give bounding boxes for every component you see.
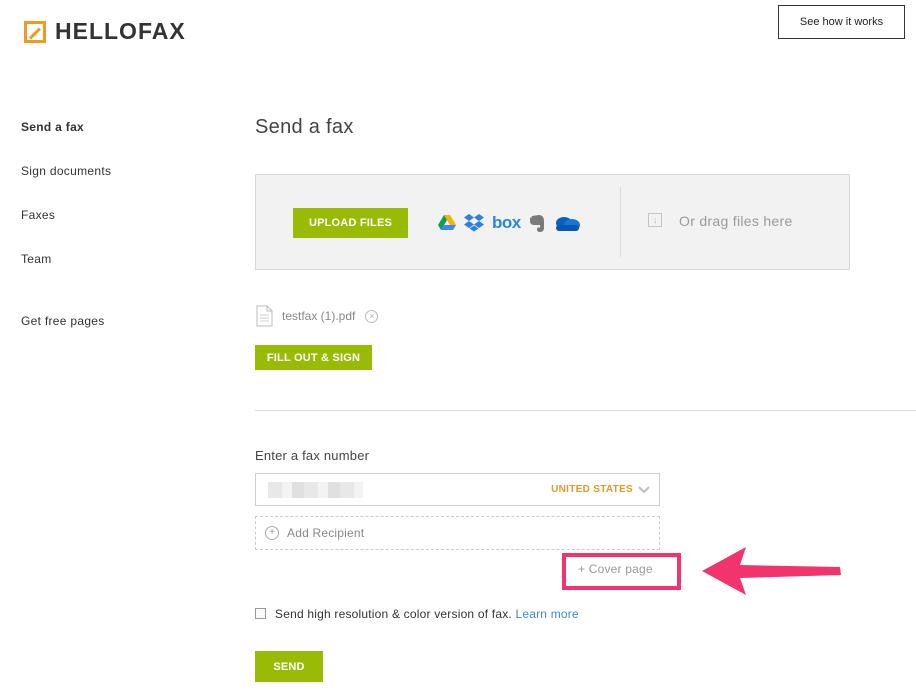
country-select-label: UNITED STATES (551, 484, 633, 495)
upload-dropzone[interactable]: UPLOAD FILES box ↓ Or drag files here (255, 174, 850, 270)
plus-circle-icon: + (265, 526, 279, 540)
box-icon[interactable]: box (492, 213, 521, 233)
chevron-down-icon (638, 485, 650, 493)
fax-number-label: Enter a fax number (255, 448, 370, 463)
attached-file: testfax (1).pdf × (256, 305, 379, 327)
upload-files-button[interactable]: UPLOAD FILES (293, 208, 408, 238)
sidebar-item-get-free-pages[interactable]: Get free pages (21, 314, 105, 328)
cloud-source-icons: box (438, 211, 581, 235)
dropbox-icon[interactable] (464, 214, 484, 232)
high-resolution-text: Send high resolution & color version of … (275, 607, 512, 621)
fax-number-input[interactable] (264, 481, 528, 501)
section-divider (255, 410, 916, 411)
page-title: Send a fax (255, 116, 354, 138)
logo-text: HELLOFAX (55, 18, 186, 44)
file-name: testfax (1).pdf (282, 309, 356, 323)
hellofax-logo-icon (24, 20, 46, 43)
fax-number-field[interactable]: UNITED STATES (255, 473, 660, 506)
hellofax-logo[interactable]: HELLOFAX (24, 18, 186, 45)
drag-files-text: Or drag files here (679, 213, 793, 229)
see-how-it-works-button[interactable]: See how it works (778, 5, 905, 39)
add-recipient-label: Add Recipient (287, 526, 365, 540)
high-resolution-label: Send high resolution & color version of … (275, 607, 579, 621)
cover-page-link[interactable]: + Cover page (578, 562, 653, 576)
sidebar-item-send-a-fax[interactable]: Send a fax (21, 120, 84, 134)
high-resolution-checkbox[interactable] (255, 608, 266, 619)
country-select[interactable]: UNITED STATES (551, 484, 650, 495)
sidebar-item-faxes[interactable]: Faxes (21, 208, 55, 222)
dropzone-divider (620, 187, 621, 257)
remove-file-icon[interactable]: × (365, 309, 379, 323)
learn-more-link[interactable]: Learn more (515, 607, 578, 621)
add-recipient-button[interactable]: + Add Recipient (255, 516, 660, 550)
send-button[interactable]: SEND (255, 651, 323, 682)
pdf-file-icon (256, 305, 273, 327)
evernote-icon[interactable] (529, 214, 545, 233)
annotation-arrow-icon (702, 547, 841, 595)
sidebar-item-sign-documents[interactable]: Sign documents (21, 164, 111, 178)
google-drive-icon[interactable] (438, 215, 456, 231)
sidebar-item-team[interactable]: Team (21, 252, 52, 266)
drag-download-icon: ↓ (648, 213, 662, 227)
fill-out-and-sign-button[interactable]: FILL OUT & SIGN (255, 345, 372, 370)
onedrive-icon[interactable] (553, 214, 581, 232)
